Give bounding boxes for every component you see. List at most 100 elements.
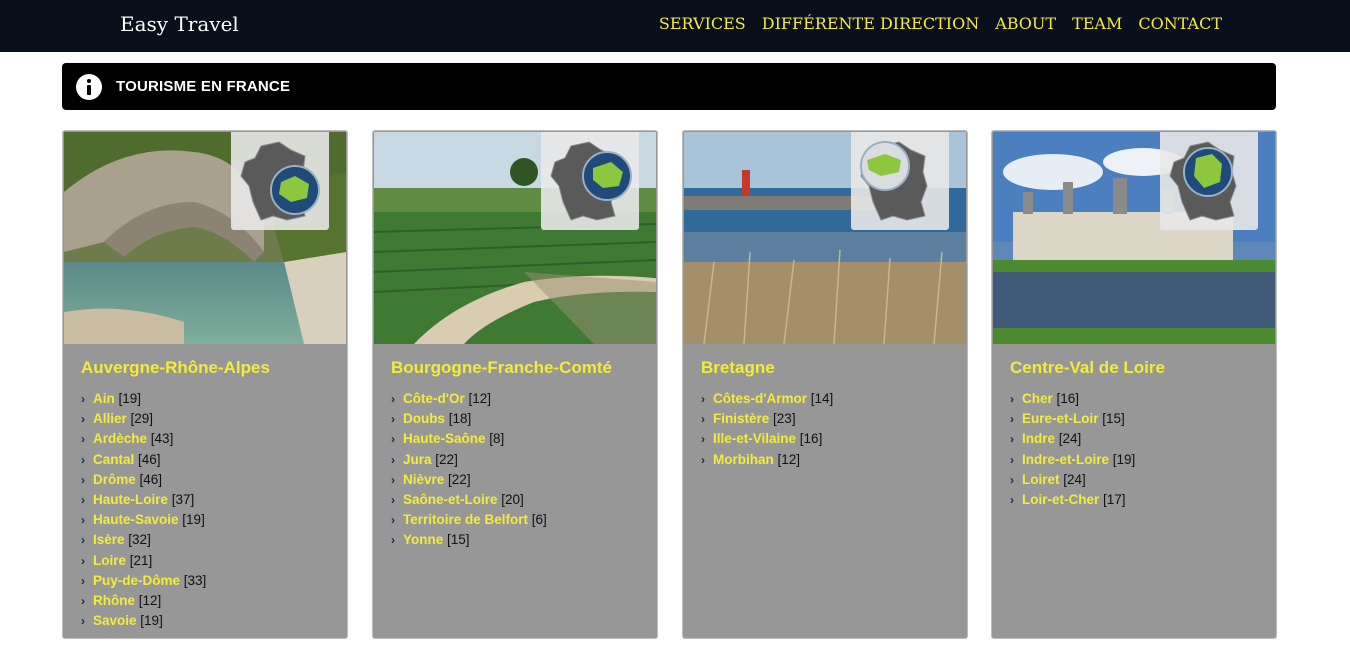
department-item: › Yonne [15] <box>391 530 547 550</box>
department-item: › Haute-Savoie [19] <box>81 510 206 530</box>
department-link[interactable]: Haute-Savoie <box>93 512 179 527</box>
department-link[interactable]: Ille-et-Vilaine <box>713 431 796 446</box>
department-count: [12] <box>777 451 801 467</box>
nav-about[interactable]: ABOUT <box>995 14 1056 33</box>
department-count: [43] <box>150 431 174 447</box>
department-item: › Eure-et-Loir [15] <box>1010 409 1135 429</box>
department-list: › Côte-d'Or [12] › Doubs [18] › Haute-Saône [… <box>391 389 547 551</box>
chevron-right-icon: › <box>81 392 85 406</box>
chevron-right-icon: › <box>391 472 395 487</box>
department-link[interactable]: Finistère <box>713 411 769 426</box>
department-count: [14] <box>810 391 834 406</box>
department-link[interactable]: Yonne <box>403 532 443 547</box>
france-map-icon <box>851 132 949 230</box>
main-nav: SERVICES DIFFÉRENTE DIRECTION ABOUT TEAM… <box>659 14 1222 33</box>
department-item: › Finistère [23] <box>701 409 833 429</box>
nav-contact[interactable]: CONTACT <box>1138 14 1222 33</box>
department-link[interactable]: Loire <box>93 553 126 568</box>
chevron-right-icon: › <box>701 432 705 447</box>
department-count: [17] <box>1103 491 1126 507</box>
region-card: Bretagne › Côtes-d'Armor [14] › Finistère [… <box>682 130 968 639</box>
chevron-right-icon: › <box>391 492 395 507</box>
department-link[interactable]: Indre-et-Loire <box>1022 452 1109 467</box>
department-link[interactable]: Cher <box>1022 391 1053 406</box>
department-link[interactable]: Cantal <box>93 452 134 467</box>
department-link[interactable]: Allier <box>93 411 127 426</box>
chevron-right-icon: › <box>1010 472 1014 487</box>
info-banner-title: TOURISME EN FRANCE <box>116 78 291 95</box>
department-item: › Loiret [24] <box>1010 470 1135 490</box>
department-item: › Puy-de-Dôme [33] <box>81 571 206 591</box>
chevron-right-icon: › <box>391 452 395 467</box>
chevron-right-icon: › <box>81 533 85 548</box>
department-link[interactable]: Eure-et-Loir <box>1022 411 1099 426</box>
department-count: [46] <box>138 451 161 467</box>
region-card: Auvergne-Rhône-Alpes › Ain [19] › Allier [2… <box>62 130 348 639</box>
region-title[interactable]: Bourgogne-Franche-Comté <box>391 358 612 378</box>
department-item: › Allier [29] <box>81 409 206 429</box>
department-link[interactable]: Côte-d'Or <box>403 391 465 406</box>
region-title[interactable]: Bretagne <box>701 358 775 378</box>
chevron-right-icon: › <box>1010 392 1014 406</box>
department-link[interactable]: Loiret <box>1022 472 1060 487</box>
info-icon <box>76 73 102 100</box>
department-link[interactable]: Drôme <box>93 472 136 487</box>
chevron-right-icon: › <box>1010 452 1014 467</box>
department-count: [20] <box>501 491 524 507</box>
department-link[interactable]: Ain <box>93 391 115 406</box>
chevron-right-icon: › <box>81 492 85 507</box>
department-link[interactable]: Indre <box>1022 431 1055 446</box>
department-link[interactable]: Loir-et-Cher <box>1022 492 1099 507</box>
department-link[interactable]: Nièvre <box>403 472 444 487</box>
brand-logo[interactable]: Easy Travel <box>120 12 239 36</box>
department-link[interactable]: Isère <box>93 532 125 547</box>
department-item: › Jura [22] <box>391 450 547 470</box>
chevron-right-icon: › <box>391 533 395 548</box>
chevron-right-icon: › <box>701 392 705 406</box>
department-item: › Côtes-d'Armor [14] <box>701 389 833 409</box>
department-item: › Loire [21] <box>81 551 206 571</box>
chevron-right-icon: › <box>701 412 705 427</box>
department-link[interactable]: Ardèche <box>93 431 147 446</box>
chevron-right-icon: › <box>701 452 705 467</box>
chevron-right-icon: › <box>81 593 85 608</box>
department-count: [12] <box>138 592 162 608</box>
department-link[interactable]: Saône-et-Loire <box>403 492 498 507</box>
region-title[interactable]: Centre-Val de Loire <box>1010 358 1165 378</box>
department-link[interactable]: Territoire de Belfort <box>403 512 528 527</box>
france-map-icon <box>1160 132 1258 230</box>
france-map-icon <box>541 132 639 230</box>
nav-team[interactable]: TEAM <box>1072 14 1122 33</box>
department-count: [37] <box>171 491 195 507</box>
department-item: › Indre-et-Loire [19] <box>1010 450 1135 470</box>
department-item: › Doubs [18] <box>391 409 547 429</box>
chevron-right-icon: › <box>81 412 85 427</box>
department-count: [15] <box>447 532 470 548</box>
department-item: › Ardèche [43] <box>81 429 206 449</box>
department-item: › Indre [24] <box>1010 429 1135 449</box>
department-list: › Cher [16] › Eure-et-Loir [15] › Indre [24] ›… <box>1010 389 1135 510</box>
department-count: [19] <box>118 391 142 406</box>
department-count: [23] <box>773 411 796 427</box>
department-count: [22] <box>435 451 458 467</box>
chevron-right-icon: › <box>391 392 395 406</box>
department-count: [21] <box>129 552 153 568</box>
department-link[interactable]: Savoie <box>93 613 137 628</box>
department-link[interactable]: Puy-de-Dôme <box>93 573 180 588</box>
chevron-right-icon: › <box>1010 492 1014 507</box>
nav-services[interactable]: SERVICES <box>659 14 746 33</box>
department-link[interactable]: Haute-Loire <box>93 492 168 507</box>
department-link[interactable]: Rhône <box>93 593 135 608</box>
department-link[interactable]: Côtes-d'Armor <box>713 391 807 406</box>
department-link[interactable]: Morbihan <box>713 452 774 467</box>
region-title[interactable]: Auvergne-Rhône-Alpes <box>81 358 270 378</box>
region-card: Bourgogne-Franche-Comté › Côte-d'Or [12] ›… <box>372 130 658 639</box>
department-item: › Haute-Loire [37] <box>81 490 206 510</box>
department-count: [22] <box>448 471 471 487</box>
department-link[interactable]: Haute-Saône <box>403 431 486 446</box>
chevron-right-icon: › <box>81 432 85 447</box>
department-link[interactable]: Doubs <box>403 411 445 426</box>
department-link[interactable]: Jura <box>403 452 432 467</box>
france-map-icon <box>231 132 329 230</box>
nav-direction[interactable]: DIFFÉRENTE DIRECTION <box>762 14 979 33</box>
